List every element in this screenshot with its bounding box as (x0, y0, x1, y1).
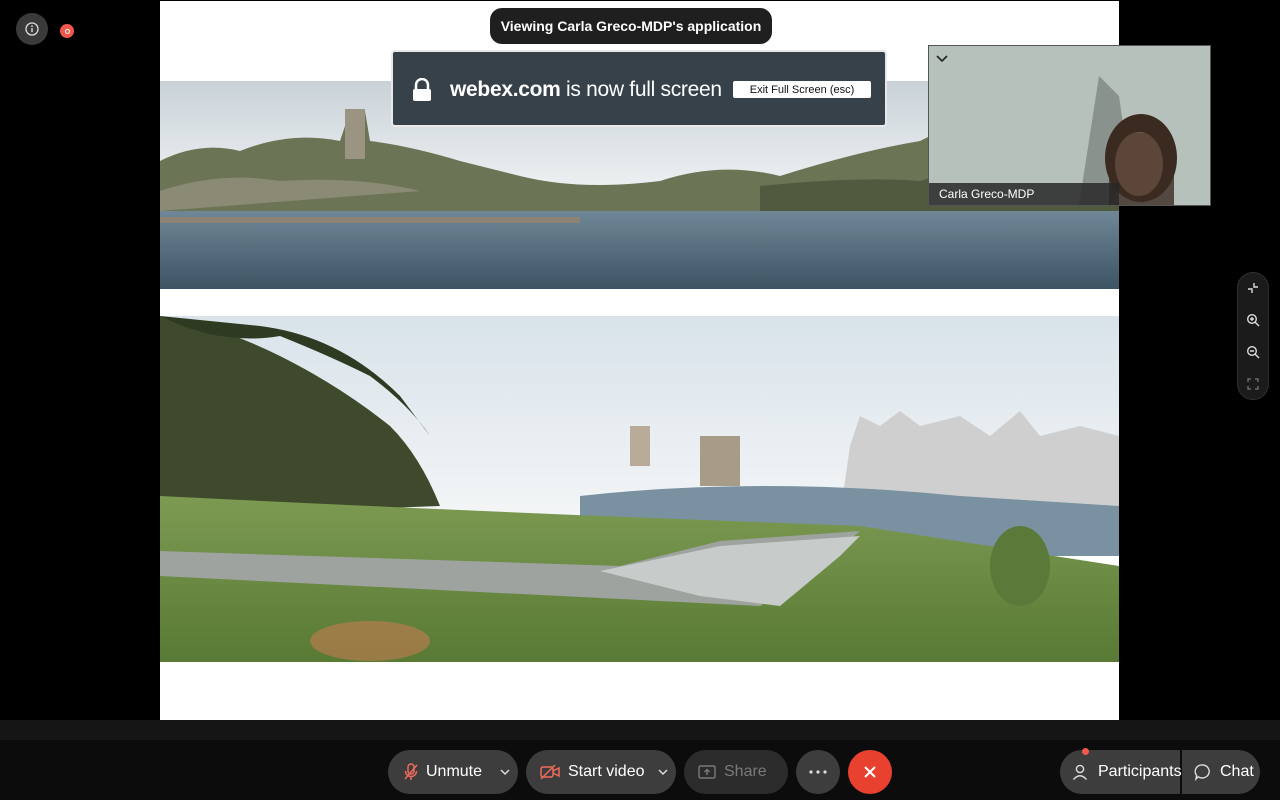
fullscreen-message: webex.com is now full screen (450, 78, 722, 102)
info-button[interactable] (16, 13, 48, 45)
unmute-main[interactable]: Unmute (404, 750, 482, 794)
minimize-icon (1248, 283, 1258, 293)
fullscreen-domain: webex.com (450, 78, 561, 101)
mic-off-icon (404, 763, 418, 780)
zoom-toolbar (1237, 272, 1269, 400)
more-icon (809, 770, 827, 774)
person-icon (1072, 764, 1088, 780)
recording-icon[interactable] (60, 24, 74, 38)
chevron-down-icon[interactable] (935, 52, 949, 66)
fit-screen-button[interactable] (1238, 369, 1268, 399)
share-icon (698, 765, 716, 779)
unmute-button[interactable]: Unmute (388, 750, 518, 794)
participant-video-feed (929, 46, 1210, 205)
close-icon (864, 766, 876, 778)
zoom-in-icon (1246, 313, 1260, 327)
exit-fullscreen-button[interactable]: Exit Full Screen (esc) (733, 81, 871, 98)
info-icon (25, 22, 39, 36)
share-label: Share (724, 763, 767, 780)
chevron-down-icon (658, 769, 668, 776)
viewing-application-banner: Viewing Carla Greco-MDP's application (490, 8, 772, 44)
bottom-divider (0, 720, 1280, 740)
video-options-dropdown[interactable] (650, 750, 676, 794)
audio-options-dropdown[interactable] (492, 750, 518, 794)
start-video-main[interactable]: Start video (540, 750, 644, 794)
park-rendering-image (160, 316, 1119, 662)
zoom-out-button[interactable] (1238, 337, 1268, 367)
zoom-out-icon (1246, 345, 1260, 359)
chat-label: Chat (1220, 763, 1254, 780)
zoom-in-button[interactable] (1238, 305, 1268, 335)
participants-label: Participants (1098, 763, 1182, 780)
start-video-label: Start video (568, 763, 645, 780)
chat-icon (1194, 764, 1210, 781)
unmute-label: Unmute (426, 763, 483, 780)
participant-video-tile[interactable]: Carla Greco-MDP (928, 45, 1211, 206)
fullscreen-text: is now full screen (560, 78, 722, 101)
minimize-button[interactable] (1238, 273, 1268, 303)
participant-name-label: Carla Greco-MDP (929, 183, 1119, 205)
end-meeting-button[interactable] (848, 750, 892, 794)
chat-button[interactable]: Chat (1182, 750, 1260, 794)
more-options-button[interactable] (796, 750, 840, 794)
video-off-icon (540, 764, 560, 780)
participants-notification-dot (1082, 748, 1089, 755)
share-button[interactable]: Share (684, 750, 788, 794)
start-video-button[interactable]: Start video (526, 750, 676, 794)
fullscreen-notice: webex.com is now full screen Exit Full S… (391, 50, 887, 127)
chevron-down-icon (500, 769, 510, 776)
participants-button[interactable]: Participants (1060, 748, 1182, 794)
fit-screen-icon (1247, 378, 1259, 390)
lock-icon (413, 78, 431, 101)
